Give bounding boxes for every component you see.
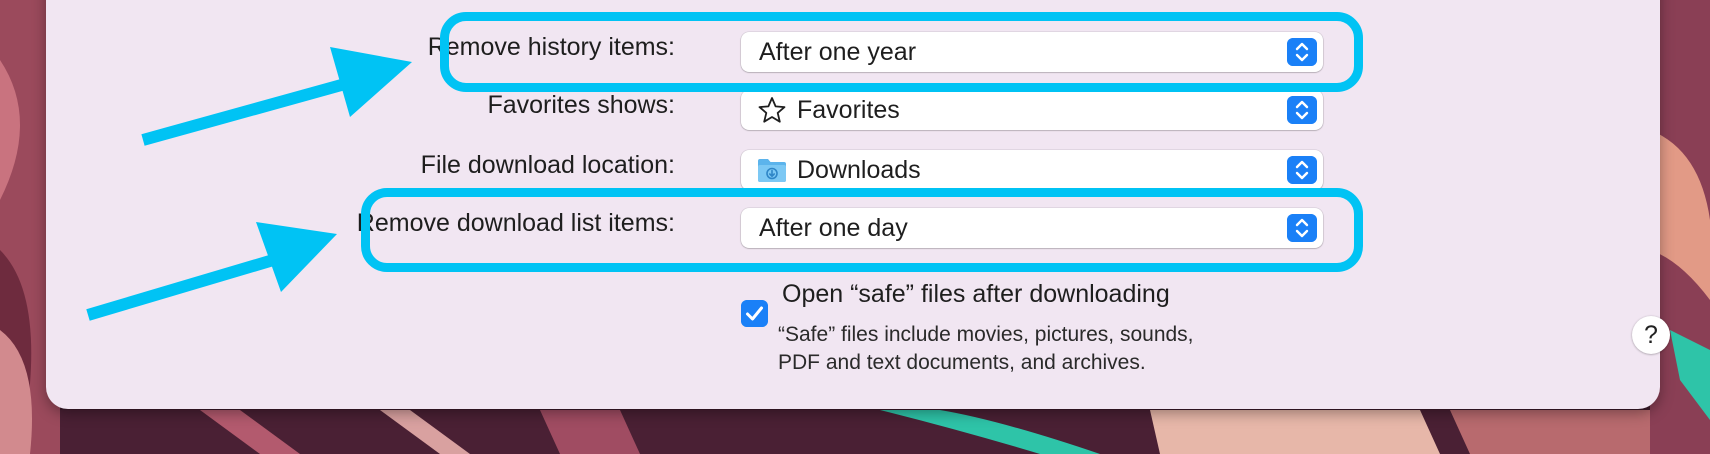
downloads-folder-icon (758, 159, 786, 182)
download-location-value: Downloads (797, 156, 921, 184)
up-down-chevron-icon (1287, 96, 1317, 124)
highlight-box-history (440, 12, 1363, 92)
star-outline-icon (758, 97, 786, 123)
up-down-chevron-icon (1287, 156, 1317, 184)
safe-files-description-line1: “Safe” files include movies, pictures, s… (778, 323, 1194, 346)
help-button[interactable]: ? (1632, 316, 1670, 354)
open-safe-files-label: Open “safe” files after downloading (782, 280, 1170, 308)
download-location-popup[interactable]: Downloads (741, 150, 1323, 190)
favorites-shows-value: Favorites (797, 96, 900, 124)
highlight-box-download-list (361, 188, 1363, 272)
open-safe-files-checkbox[interactable] (741, 300, 768, 327)
favorites-shows-popup[interactable]: Favorites (741, 90, 1323, 130)
favorites-shows-label: Favorites shows: (487, 91, 675, 119)
safe-files-description-line2: PDF and text documents, and archives. (778, 351, 1146, 374)
download-location-label: File download location: (420, 151, 675, 179)
screenshot-stage: Remove history items: After one year Fav… (0, 0, 1710, 454)
